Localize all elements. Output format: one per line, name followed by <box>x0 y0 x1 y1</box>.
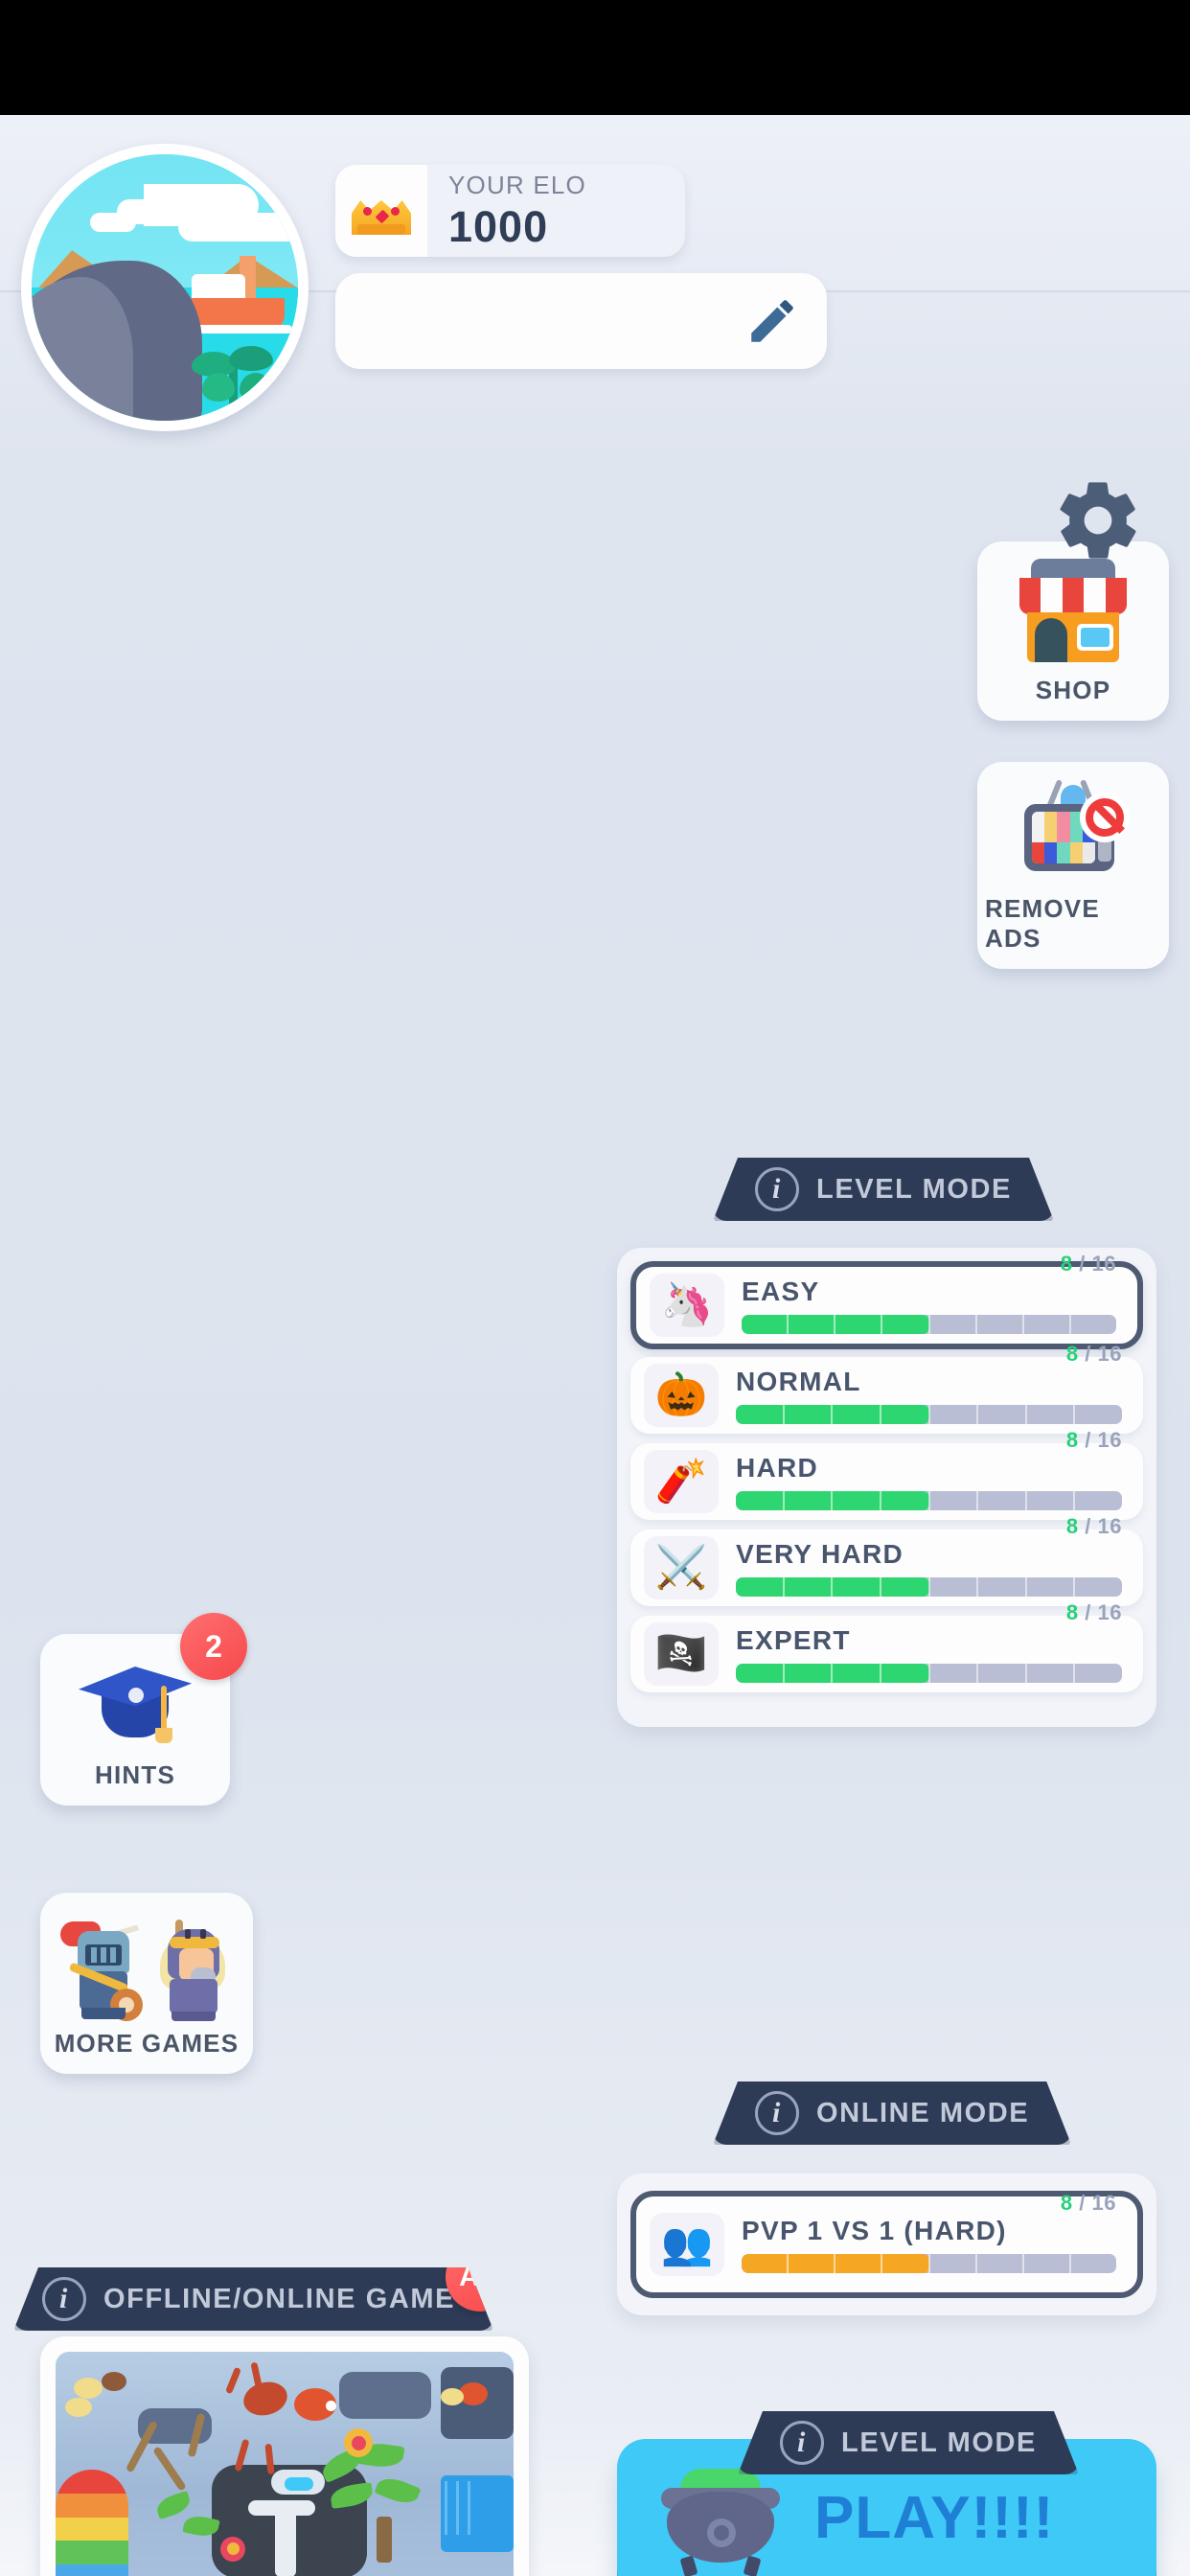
more-games-button[interactable]: MORE GAMES <box>40 1893 253 2074</box>
level-progress-bar <box>736 1405 1122 1424</box>
info-icon[interactable]: i <box>755 1167 799 1211</box>
online-mode-banner-label: ONLINE MODE <box>816 2097 1030 2128</box>
level-row-very-hard[interactable]: ⚔️ VERY HARD 8 / 16 <box>630 1514 1143 1606</box>
graduation-cap-icon <box>79 1653 192 1751</box>
level-name: NORMAL <box>736 1367 861 1396</box>
hints-label: HINTS <box>95 1760 175 1789</box>
remove-ads-button[interactable]: REMOVE ADS <box>977 762 1169 969</box>
shop-label: SHOP <box>1035 676 1111 704</box>
elo-value: 1000 <box>448 201 549 251</box>
crown-icon <box>335 165 427 257</box>
pencil-icon[interactable] <box>744 293 800 349</box>
level-mode-banner[interactable]: i LEVEL MODE <box>713 1158 1054 1221</box>
unicorn-icon: 🦄 <box>650 1274 724 1337</box>
two-faces-icon: 👥 <box>650 2213 724 2276</box>
pumpkin-icon: 🎃 <box>644 1364 719 1427</box>
offline-online-game-banner[interactable]: i OFFLINE/ONLINE GAME AD <box>13 2267 493 2331</box>
player-name-input[interactable] <box>335 273 827 369</box>
level-row-expert[interactable]: 🏴‍☠️ EXPERT 8 / 16 <box>630 1600 1143 1692</box>
level-progress-count: 8 / 16 <box>1060 1252 1116 1276</box>
game-viewport: YOUR ELO 1000 SHOP REMOVE ADS i LEVEL MO… <box>0 115 1190 2576</box>
play-level-mode-banner[interactable]: i LEVEL MODE <box>738 2411 1079 2474</box>
dynamite-icon: 🧨 <box>644 1450 719 1513</box>
level-name: VERY HARD <box>736 1539 904 1569</box>
two-knights-icon <box>60 1912 229 2021</box>
level-progress-count: 8 / 16 <box>1065 1428 1122 1452</box>
more-games-label: MORE GAMES <box>54 2029 240 2058</box>
swords-icon: ⚔️ <box>644 1536 719 1599</box>
play-level-mode-label: LEVEL MODE <box>841 2426 1037 2458</box>
elo-card[interactable]: YOUR ELO 1000 <box>335 165 685 257</box>
level-row-hard[interactable]: 🧨 HARD 8 / 16 <box>630 1428 1143 1520</box>
level-name: EXPERT <box>736 1625 851 1655</box>
play-label: PLAY!!!! <box>814 2485 1055 2551</box>
gear-icon <box>1060 482 1136 559</box>
online-progress-bar <box>742 2254 1116 2273</box>
info-icon[interactable]: i <box>755 2091 799 2135</box>
avatar[interactable] <box>21 144 309 431</box>
level-progress-count: 8 / 16 <box>1065 1342 1122 1366</box>
avatar-image <box>32 154 298 421</box>
level-mode-banner-label: LEVEL MODE <box>816 1173 1012 1205</box>
online-mode-banner[interactable]: i ONLINE MODE <box>713 2082 1071 2145</box>
screen-root: YOUR ELO 1000 SHOP REMOVE ADS i LEVEL MO… <box>0 0 1190 2576</box>
elo-label: YOUR ELO <box>448 170 586 199</box>
online-mode-name: PVP 1 VS 1 (HARD) <box>742 2216 1007 2245</box>
shop-button[interactable]: SHOP <box>977 541 1169 721</box>
level-progress-bar <box>736 1491 1122 1510</box>
online-progress-count: 8 / 16 <box>1060 2191 1116 2215</box>
settings-button[interactable] <box>1052 474 1144 566</box>
remove-ads-label: REMOVE ADS <box>985 894 1100 953</box>
level-row-normal[interactable]: 🎃 NORMAL 8 / 16 <box>630 1342 1143 1434</box>
level-mode-panel: 🦄 EASY 8 / 16 🎃 NORMAL 8 / 16 🧨 HARD 8 /… <box>617 1248 1156 1727</box>
level-progress-bar <box>736 1577 1122 1597</box>
ad-badge: AD <box>446 2242 515 2312</box>
level-progress-count: 8 / 16 <box>1065 1514 1122 1538</box>
pirate-flag-icon: 🏴‍☠️ <box>644 1622 719 1686</box>
offline-online-game-label: OFFLINE/ONLINE GAME <box>103 2283 456 2314</box>
level-row-easy[interactable]: 🦄 EASY 8 / 16 <box>630 1252 1143 1349</box>
level-name: HARD <box>736 1453 819 1483</box>
level-progress-bar <box>742 1315 1116 1334</box>
online-row-pvp[interactable]: 👥 PVP 1 VS 1 (HARD) 8 / 16 <box>630 2191 1143 2298</box>
cauldron-icon <box>659 2465 782 2576</box>
hints-button[interactable]: 2 HINTS <box>40 1613 247 1806</box>
tv-no-ads-icon <box>1017 779 1130 883</box>
level-progress-bar <box>736 1664 1122 1683</box>
ant-game-ad-thumbnail <box>56 2352 514 2576</box>
ad-card[interactable] <box>40 2336 529 2576</box>
online-mode-panel: 👥 PVP 1 VS 1 (HARD) 8 / 16 <box>617 2174 1156 2315</box>
shop-icon <box>1018 559 1129 664</box>
info-icon[interactable]: i <box>42 2277 86 2321</box>
info-icon[interactable]: i <box>780 2421 824 2465</box>
level-progress-count: 8 / 16 <box>1065 1600 1122 1624</box>
letterbox-top <box>0 0 1190 115</box>
level-name: EASY <box>742 1276 820 1306</box>
